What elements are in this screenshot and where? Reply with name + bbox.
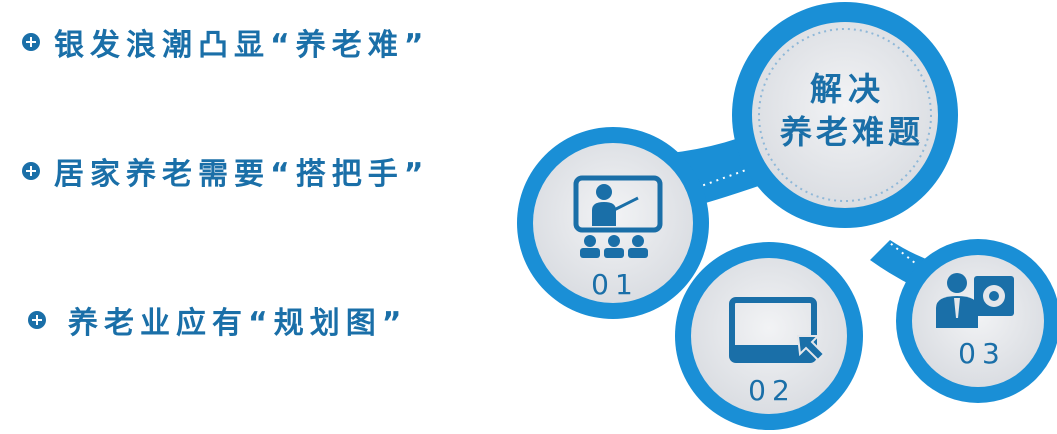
center-node: 解决 养老难题 bbox=[732, 2, 958, 228]
node-02: 02 bbox=[675, 242, 863, 430]
solution-diagram: 解决 养老难题 01 02 03 bbox=[517, 2, 1057, 430]
node-03: 03 bbox=[896, 239, 1057, 403]
node-03-number: 03 bbox=[958, 337, 1006, 370]
node-02-number: 02 bbox=[748, 374, 796, 407]
center-title-line2: 养老难题 bbox=[780, 113, 924, 151]
node-01: 01 bbox=[517, 127, 709, 319]
center-title-line1: 解决 bbox=[810, 70, 886, 108]
node-01-number: 01 bbox=[591, 268, 639, 301]
